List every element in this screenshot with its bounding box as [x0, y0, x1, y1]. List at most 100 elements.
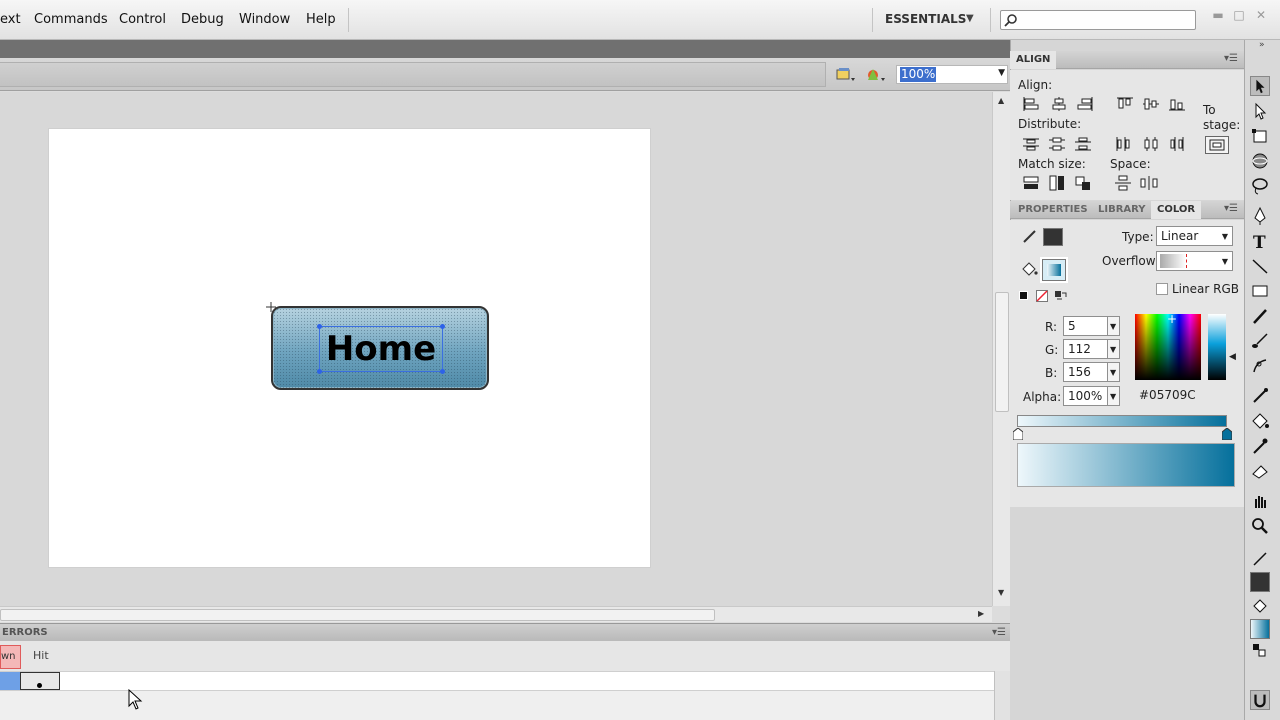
home-button-symbol[interactable]: Home — [271, 306, 489, 390]
menu-text[interactable]: ext — [0, 12, 21, 27]
maximize-icon[interactable]: □ — [1231, 8, 1247, 24]
scrollbar-thumb[interactable] — [995, 292, 1009, 412]
lasso-icon[interactable] — [1250, 176, 1270, 196]
frame-label-hit[interactable]: Hit — [33, 649, 49, 662]
eraser-icon[interactable] — [1250, 461, 1270, 481]
gradient-bar[interactable] — [1017, 415, 1227, 427]
tab-color[interactable]: COLOR — [1151, 201, 1202, 219]
distribute-hcenter-icon[interactable] — [1142, 136, 1160, 152]
stroke-color-swatch[interactable] — [1043, 228, 1063, 246]
distribute-left-icon[interactable] — [1114, 136, 1132, 152]
tab-properties[interactable]: PROPERTIES — [1012, 201, 1094, 219]
eyedropper-icon[interactable] — [1250, 436, 1270, 456]
frame-label-down[interactable]: wn — [0, 645, 21, 669]
edit-scene-icon[interactable] — [834, 66, 856, 84]
panel-menu-icon[interactable]: ▾☰ — [992, 627, 1006, 638]
text-icon[interactable]: T — [1250, 231, 1270, 251]
space-vertical-icon[interactable] — [1114, 175, 1132, 191]
to-stage-toggle[interactable] — [1205, 136, 1229, 154]
edit-symbols-icon[interactable] — [864, 66, 886, 84]
3d-rotation-icon[interactable] — [1250, 151, 1270, 171]
stroke-color-icon[interactable] — [1250, 549, 1270, 569]
tab-library[interactable]: LIBRARY — [1092, 201, 1152, 219]
selection-tool-icon[interactable] — [1250, 76, 1270, 96]
hex-input[interactable]: #05709C — [1135, 386, 1203, 406]
errors-panel-title[interactable]: ERRORS — [2, 627, 48, 638]
chevron-down-icon[interactable]: ▼ — [998, 68, 1005, 78]
deco-icon[interactable] — [1250, 356, 1270, 376]
menu-debug[interactable]: Debug — [181, 12, 224, 27]
fill-color-icon[interactable] — [1250, 596, 1270, 616]
menu-window[interactable]: Window — [239, 12, 290, 27]
g-stepper[interactable]: ▼ — [1107, 339, 1120, 359]
swap-colors-icon[interactable] — [1054, 290, 1068, 302]
home-button-label[interactable]: Home — [319, 326, 443, 372]
overflow-select[interactable]: ▼ — [1156, 251, 1233, 271]
timeline-scrollbar[interactable] — [994, 671, 1010, 720]
errors-panel-header[interactable]: ERRORS ▾☰ — [0, 623, 1010, 641]
collapse-icon[interactable]: » — [1259, 40, 1265, 50]
selection-handle[interactable] — [317, 324, 322, 329]
panel-menu-icon[interactable]: ▾☰ — [1224, 203, 1238, 214]
color-spectrum[interactable]: + — [1135, 313, 1201, 380]
scroll-down-icon[interactable]: ▼ — [998, 588, 1004, 597]
distribute-right-icon[interactable] — [1168, 136, 1186, 152]
hand-icon[interactable] — [1250, 491, 1270, 511]
brightness-pointer-icon[interactable]: ◀ — [1229, 352, 1236, 362]
gradient-stop-right[interactable] — [1222, 428, 1232, 440]
rectangle-icon[interactable] — [1250, 281, 1270, 301]
scroll-right-icon[interactable]: ▶ — [978, 609, 984, 618]
zoom-icon[interactable] — [1250, 516, 1270, 536]
minimize-icon[interactable]: ▬ — [1210, 8, 1226, 24]
swap-colors-icon[interactable] — [1250, 641, 1270, 661]
tab-align[interactable]: ALIGN — [1010, 51, 1057, 69]
no-color-icon[interactable] — [1036, 290, 1048, 302]
align-left-icon[interactable] — [1022, 96, 1040, 112]
search-input[interactable] — [1000, 10, 1196, 30]
zoom-select[interactable]: 100% ▼ — [896, 65, 1008, 84]
match-width-height-icon[interactable] — [1074, 175, 1092, 191]
b-stepper[interactable]: ▼ — [1107, 362, 1120, 382]
scrollbar-thumb[interactable] — [0, 609, 715, 621]
timeline-frames[interactable] — [0, 671, 994, 691]
keyframe-hit[interactable] — [20, 672, 60, 690]
stroke-color-swatch[interactable] — [1250, 572, 1270, 592]
type-select[interactable]: Linear ▼ — [1156, 226, 1233, 246]
align-right-icon[interactable] — [1076, 96, 1094, 112]
line-icon[interactable] — [1250, 256, 1270, 276]
zoom-value[interactable]: 100% — [900, 67, 937, 82]
scroll-up-icon[interactable]: ▲ — [998, 96, 1004, 105]
pen-icon[interactable] — [1250, 206, 1270, 226]
workspace-switcher[interactable]: ESSENTIALS — [885, 12, 966, 26]
selection-handle[interactable] — [440, 324, 445, 329]
align-bottom-icon[interactable] — [1168, 96, 1186, 112]
brightness-slider[interactable] — [1208, 314, 1226, 380]
menu-commands[interactable]: Commands — [34, 12, 108, 27]
fill-color-swatch[interactable] — [1250, 619, 1270, 639]
subselection-tool-icon[interactable] — [1250, 101, 1270, 121]
gradient-stop-left[interactable] — [1013, 428, 1023, 440]
alpha-stepper[interactable]: ▼ — [1107, 386, 1120, 406]
snap-to-objects-icon[interactable] — [1250, 690, 1270, 710]
distribute-vcenter-icon[interactable] — [1048, 136, 1066, 152]
space-horizontal-icon[interactable] — [1140, 175, 1158, 191]
chevron-down-icon[interactable]: ▼ — [966, 13, 974, 24]
bone-icon[interactable] — [1250, 386, 1270, 406]
selection-handle[interactable] — [317, 369, 322, 374]
stage-horizontal-scrollbar[interactable]: ▶ — [0, 606, 992, 622]
free-transform-icon[interactable] — [1250, 126, 1270, 146]
frame-cell-selected[interactable] — [0, 672, 20, 690]
selection-handle[interactable] — [440, 369, 445, 374]
menu-control[interactable]: Control — [119, 12, 166, 27]
align-top-icon[interactable] — [1116, 96, 1134, 112]
paint-bucket-icon[interactable] — [1250, 411, 1270, 431]
r-stepper[interactable]: ▼ — [1107, 316, 1120, 336]
fill-color-swatch[interactable] — [1040, 257, 1068, 283]
menu-help[interactable]: Help — [306, 12, 336, 27]
align-middle-icon[interactable] — [1142, 96, 1160, 112]
panel-menu-icon[interactable]: ▾☰ — [1224, 53, 1238, 64]
linear-rgb-checkbox[interactable] — [1156, 283, 1168, 295]
stage-vertical-scrollbar[interactable]: ▲ ▼ — [992, 92, 1010, 606]
align-center-icon[interactable] — [1050, 96, 1068, 112]
pencil-icon[interactable] — [1250, 306, 1270, 326]
